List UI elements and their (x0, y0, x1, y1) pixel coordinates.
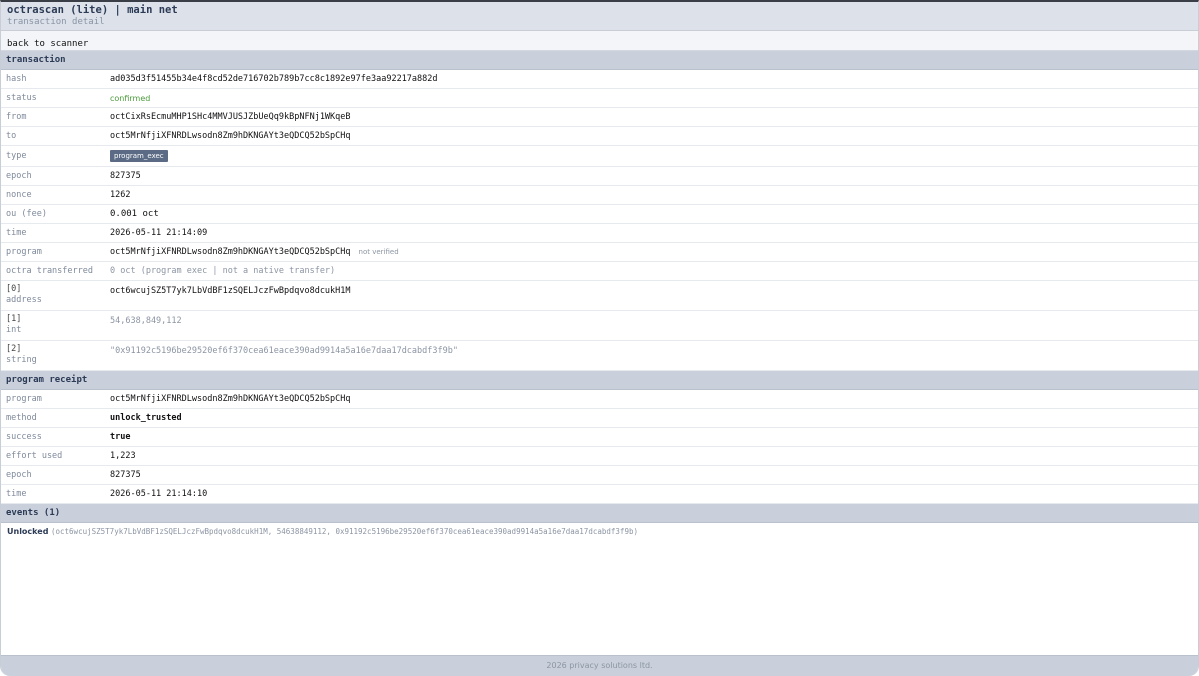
from-address-link[interactable]: octCixRsEcmuMHP1SHc4MMVJUSJZbUeQq9kBpNFN… (110, 112, 351, 122)
tx-label: octra transferred (6, 266, 93, 276)
param-index: [0] (6, 284, 22, 294)
tx-label: to (6, 131, 17, 141)
tx-row-program: program oct5MrNfjiXFNRDLwsodn8Zm9hDKNGAY… (1, 243, 1198, 262)
type-badge: program_exec (110, 150, 168, 162)
tx-row-transferred: octra transferred 0 oct (program exec | … (1, 262, 1198, 281)
param-type: string (6, 355, 37, 365)
param-row: [2] string "0x91192c5196be29520ef6f370ce… (1, 341, 1198, 371)
receipt-row-epoch: epoch 827375 (1, 466, 1198, 485)
param-int-value: 54,638,849,112 (110, 316, 182, 326)
event-args: (oct6wcujSZ5T7yk7LbVdBF1zSQELJczFwBpdqvo… (50, 527, 638, 536)
tx-label: type (6, 151, 27, 161)
tx-label: epoch (6, 171, 32, 181)
param-address-value[interactable]: oct6wcujSZ5T7yk7LbVdBF1zSQELJczFwBpdqvo8… (110, 281, 351, 296)
top-bar: octrascan (lite) | main net transaction … (1, 2, 1198, 31)
footer: 2026 privacy solutions ltd. (1, 655, 1198, 676)
success-value: true (110, 432, 131, 442)
param-string-value: "0x91192c5196be29520ef6f370cea61eace390a… (110, 346, 458, 356)
tx-row-hash: hash ad035d3f51455b34e4f8cd52de716702b78… (1, 70, 1198, 89)
param-label-cell: [1] int (1, 311, 110, 336)
tx-label: time (6, 228, 27, 238)
tx-row-from: from octCixRsEcmuMHP1SHc4MMVJUSJZbUeQq9k… (1, 108, 1198, 127)
tx-row-status: status confirmed (1, 89, 1198, 108)
events-section-header: events (1) (1, 504, 1198, 523)
back-to-scanner-link[interactable]: back to scanner (7, 39, 88, 49)
tx-label: program (6, 247, 42, 257)
receipt-label: epoch (6, 470, 32, 480)
receipt-row-time: time 2026-05-11 21:14:10 (1, 485, 1198, 504)
receipt-label: method (6, 413, 37, 423)
method-value: unlock_trusted (110, 413, 182, 423)
effort-value: 1,223 (110, 451, 136, 461)
receipt-time-value: 2026-05-11 21:14:10 (110, 489, 208, 499)
nav-bar: back to scanner (1, 31, 1198, 51)
param-index: [1] (6, 314, 22, 324)
receipt-epoch-value: 827375 (110, 470, 141, 480)
param-label-cell: [0] address (1, 281, 110, 306)
time-value: 2026-05-11 21:14:09 (110, 228, 208, 238)
receipt-label: success (6, 432, 42, 442)
receipt-row-success: success true (1, 428, 1198, 447)
tx-hash-value: ad035d3f51455b34e4f8cd52de716702b789b7cc… (110, 74, 438, 84)
param-index: [2] (6, 344, 22, 354)
receipt-row-method: method unlock_trusted (1, 409, 1198, 428)
app-window: octrascan (lite) | main net transaction … (0, 0, 1199, 676)
event-item: Unlocked (oct6wcujSZ5T7yk7LbVdBF1zSQELJc… (1, 523, 1198, 541)
epoch-value: 827375 (110, 171, 141, 181)
page-subtitle: transaction detail (7, 17, 105, 27)
tx-row-epoch: epoch 827375 (1, 167, 1198, 186)
event-name: Unlocked (7, 527, 49, 536)
program-address-link[interactable]: oct5MrNfjiXFNRDLwsodn8Zm9hDKNGAYt3eQDCQ5… (110, 247, 351, 257)
receipt-row-program: program oct5MrNfjiXFNRDLwsodn8Zm9hDKNGAY… (1, 390, 1198, 409)
param-type: address (6, 295, 42, 305)
param-row: [0] address oct6wcujSZ5T7yk7LbVdBF1zSQEL… (1, 281, 1198, 311)
tx-label: hash (6, 74, 27, 84)
to-address-link[interactable]: oct5MrNfjiXFNRDLwsodn8Zm9hDKNGAYt3eQDCQ5… (110, 131, 351, 141)
tx-label: ou (fee) (6, 209, 47, 219)
tx-label: from (6, 112, 27, 122)
tx-row-time: time 2026-05-11 21:14:09 (1, 224, 1198, 243)
fee-value: 0.001 oct (110, 209, 159, 219)
verification-note: not verified (358, 248, 399, 256)
receipt-program-link[interactable]: oct5MrNfjiXFNRDLwsodn8Zm9hDKNGAYt3eQDCQ5… (110, 394, 351, 404)
tx-row-nonce: nonce 1262 (1, 186, 1198, 205)
tx-row-type: type program_exec (1, 146, 1198, 167)
receipt-label: effort used (6, 451, 63, 461)
receipt-label: time (6, 489, 27, 499)
app-title: octrascan (lite) | main net (7, 4, 178, 16)
param-row: [1] int 54,638,849,112 (1, 311, 1198, 341)
tx-label: nonce (6, 190, 32, 200)
receipt-section-header: program receipt (1, 371, 1198, 390)
param-label-cell: [2] string (1, 341, 110, 366)
tx-label: status (6, 93, 37, 103)
status-value: confirmed (110, 93, 151, 103)
receipt-label: program (6, 394, 42, 404)
tx-row-to: to oct5MrNfjiXFNRDLwsodn8Zm9hDKNGAYt3eQD… (1, 127, 1198, 146)
param-type: int (6, 325, 22, 335)
type-value-cell: program_exec (110, 150, 168, 162)
receipt-row-effort: effort used 1,223 (1, 447, 1198, 466)
tx-row-fee: ou (fee) 0.001 oct (1, 205, 1198, 224)
transaction-section-header: transaction (1, 51, 1198, 70)
transferred-value: 0 oct (program exec | not a native trans… (110, 266, 336, 276)
nonce-value: 1262 (110, 190, 131, 200)
